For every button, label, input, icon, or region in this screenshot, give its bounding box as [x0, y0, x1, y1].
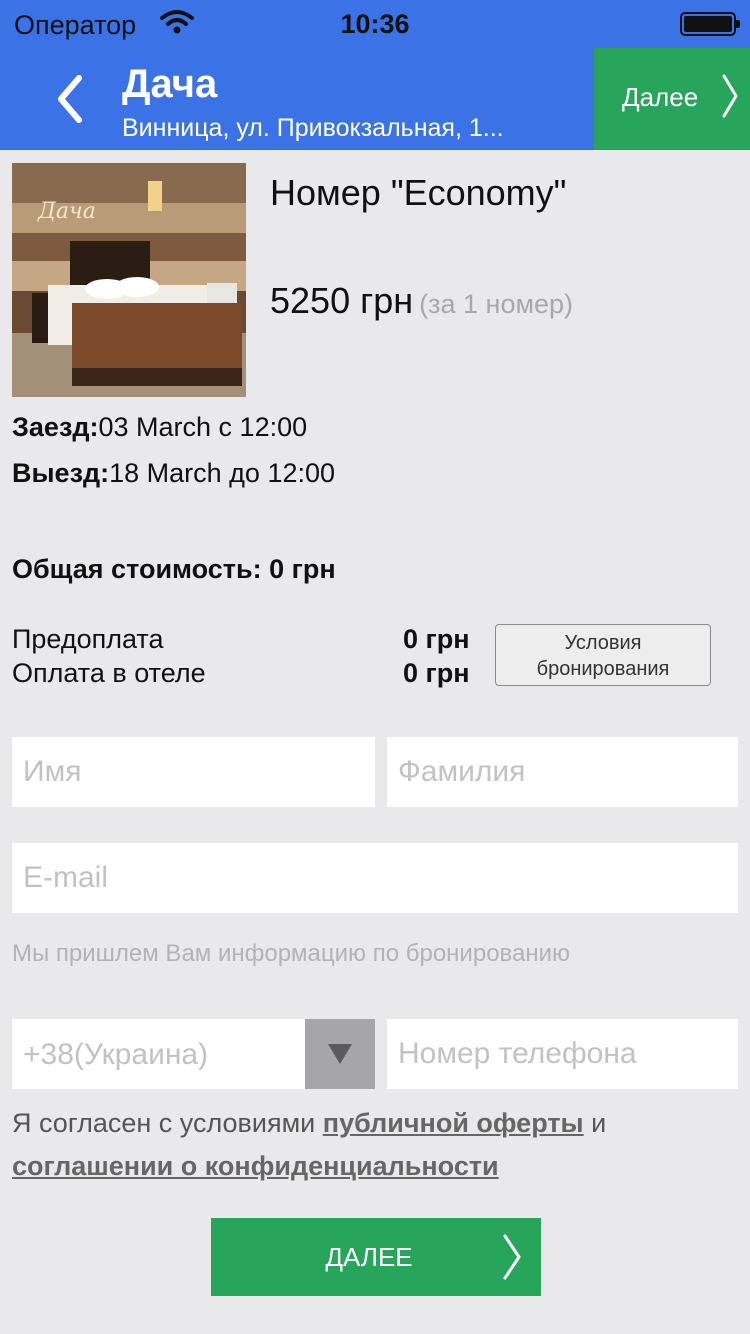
country-dropdown-button[interactable] — [305, 1019, 375, 1089]
next-button[interactable]: ДАЛЕЕ — [211, 1218, 541, 1296]
hotel-address: Винница, ул. Привокзальная, 1... — [122, 114, 504, 142]
terms-line-2: бронирования — [536, 658, 670, 680]
phone-input[interactable] — [387, 1019, 738, 1089]
chevron-right-icon — [503, 1234, 521, 1280]
clock: 10:36 — [340, 9, 410, 39]
room-name: Номер "Economy" — [270, 172, 567, 213]
country-code-value: +38(Украина) — [23, 1038, 209, 1071]
hotel-title: Дача — [122, 62, 218, 106]
booking-terms-button[interactable]: Условия бронирования — [495, 624, 711, 686]
next-header-button[interactable]: Далее — [594, 48, 750, 150]
checkout-value: 18 March до 12:00 — [109, 458, 336, 488]
room-photo: Дача — [12, 163, 246, 397]
battery-icon — [680, 12, 740, 36]
back-button[interactable] — [40, 60, 100, 140]
chevron-left-icon — [58, 75, 82, 123]
checkin-row: Заезд:03 March с 12:00 — [12, 412, 307, 443]
hotel-pay-value: 0 грн — [403, 658, 470, 688]
agreement-text: Я согласен с условиями публичной оферты … — [12, 1102, 742, 1188]
email-input[interactable] — [12, 843, 738, 913]
price-value: 5250 грн — [270, 280, 414, 321]
next-header-label: Далее — [622, 82, 699, 112]
photo-logo: Дача — [38, 199, 96, 224]
next-button-label: ДАЛЕЕ — [325, 1242, 413, 1272]
hotel-pay-label: Оплата в отеле — [12, 658, 206, 688]
checkout-row: Выезд:18 March до 12:00 — [12, 458, 335, 489]
price-note: (за 1 номер) — [419, 289, 574, 319]
prepay-label: Предоплата — [12, 624, 164, 654]
country-code-select[interactable]: +38(Украина) — [12, 1019, 375, 1089]
first-name-input[interactable] — [12, 737, 375, 807]
checkin-value: 03 March с 12:00 — [98, 412, 308, 442]
room-price: 5250 грн (за 1 номер) — [270, 280, 573, 322]
triangle-down-icon — [328, 1044, 352, 1064]
total-label: Общая стоимость: — [12, 554, 262, 584]
status-bar: Оператор 10:36 — [0, 0, 750, 46]
email-hint: Мы пришлем Вам информацию по бронировани… — [12, 940, 571, 967]
privacy-agreement-link[interactable]: соглашении о конфиденциальности — [12, 1151, 499, 1181]
agreement-prefix: Я согласен с условиями — [12, 1108, 316, 1138]
terms-line-1: Условия — [564, 632, 642, 654]
total-row: Общая стоимость: 0 грн — [12, 554, 336, 585]
checkin-label: Заезд: — [12, 412, 99, 442]
navigation-bar: Оператор 10:36 Дача Винница, ул. Привокз… — [0, 0, 750, 150]
last-name-input[interactable] — [387, 737, 738, 807]
prepay-value: 0 грн — [403, 624, 470, 654]
chevron-right-icon — [722, 74, 738, 118]
total-value: 0 грн — [269, 554, 336, 584]
checkout-label: Выезд: — [12, 458, 110, 488]
public-offer-link[interactable]: публичной оферты — [323, 1108, 584, 1138]
agreement-conjunction: и — [591, 1108, 607, 1138]
